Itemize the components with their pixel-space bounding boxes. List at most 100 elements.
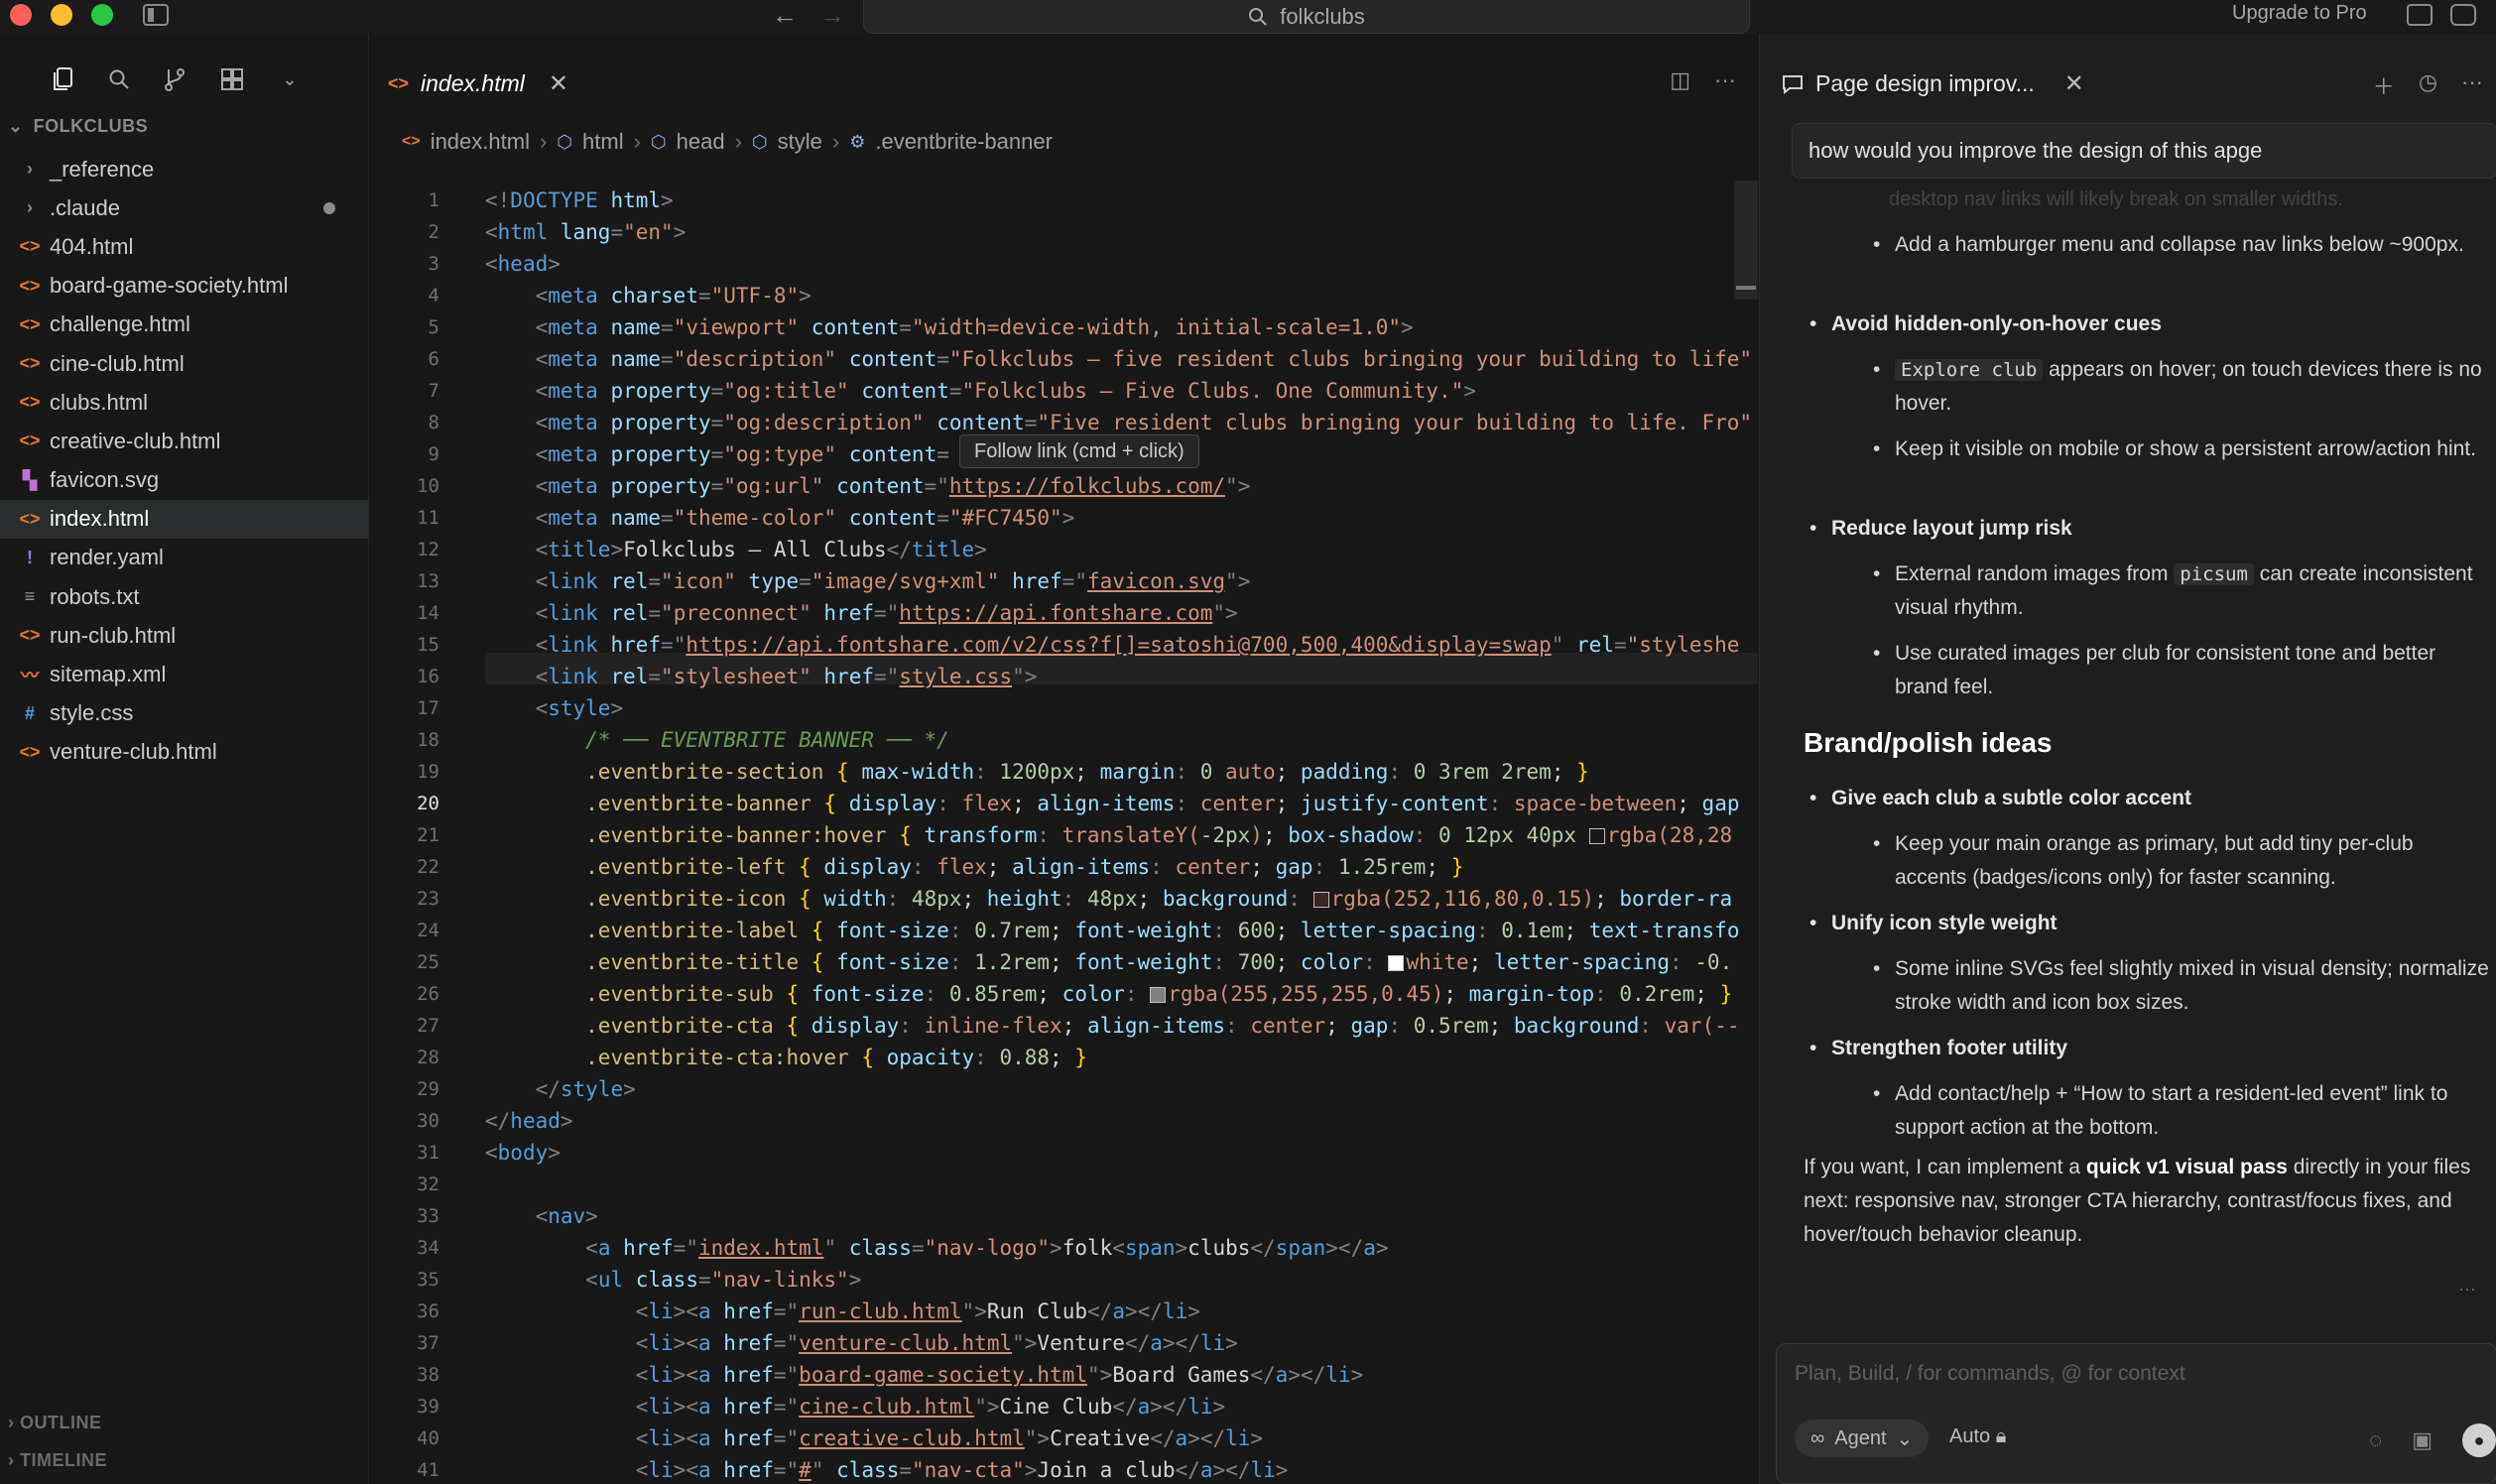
agent-mode-select[interactable]: ∞ Agent ⌄ [1795,1420,1930,1457]
file-item[interactable]: <> index.html [0,499,369,539]
code-line[interactable]: <li><a href="run-club.html">Run Club</a>… [485,1296,1200,1327]
new-chat-icon[interactable]: ＋ [2373,69,2395,101]
file-item[interactable]: › .claude [0,188,369,227]
breadcrumb-item[interactable]: style [778,129,822,155]
file-item[interactable]: <> run-club.html [0,616,369,655]
model-select[interactable]: Auto 🔒︎ [1949,1425,2006,1448]
files-icon[interactable] [44,60,83,99]
upgrade-link[interactable]: Upgrade to Pro [2232,2,2367,25]
file-item[interactable]: ≡ robots.txt [0,577,369,616]
code-line[interactable]: <ul class="nav-links"> [485,1264,861,1296]
close-icon[interactable]: ✕ [549,69,568,98]
split-editor-icon[interactable]: ◫ [1670,67,1690,93]
file-item[interactable]: <> cine-club.html [0,344,369,383]
code-line[interactable]: <title>Folkclubs — All Clubs</title> [485,534,987,565]
code-line[interactable]: <link rel="preconnect" href="https://api… [485,597,1238,629]
code-area[interactable]: 1 <!DOCTYPE html> 2 <html lang="en"> 3 <head>… [370,181,1758,1484]
forward-arrow-icon[interactable]: → [819,1,845,29]
code-line[interactable]: </style> [485,1073,636,1105]
code-line[interactable]: <meta name="description" content="Folkcl… [485,343,1752,375]
code-line[interactable]: <meta property="og:type" content= [485,438,949,470]
code-line[interactable]: <a href="index.html" class="nav-logo">fo… [485,1232,1388,1264]
file-item[interactable]: # style.css [0,694,369,733]
file-item[interactable]: 〰 sitemap.xml [0,655,369,693]
code-line[interactable]: .eventbrite-label { font-size: 0.7rem; f… [485,915,1739,946]
file-item[interactable]: ! render.yaml [0,539,369,577]
workspace-header[interactable]: ⌄ FOLKCLUBS [8,116,148,137]
user-query[interactable]: how would you improve the design of this… [1792,123,2496,179]
svg-file-icon: ▚ [23,469,37,490]
history-icon[interactable]: ◷ [2419,69,2437,101]
chat-toggle-icon[interactable] [2450,4,2476,26]
code-line[interactable]: <li><a href="#" class="nav-cta">Join a c… [485,1454,1289,1484]
breadcrumb-item[interactable]: index.html [431,129,530,155]
zoom-window-button[interactable] [91,4,113,26]
code-line[interactable]: <style> [485,692,624,724]
code-line[interactable]: <li><a href="cine-club.html">Cine Club</… [485,1391,1225,1422]
code-line[interactable]: <head> [485,248,561,280]
composer-input[interactable]: Plan, Build, / for commands, @ for conte… [1795,1362,2185,1386]
more-icon[interactable]: ··· [1714,67,1736,93]
code-line[interactable]: <html lang="en"> [485,216,686,248]
source-control-icon[interactable] [155,60,194,99]
code-line[interactable]: <nav> [485,1200,598,1232]
file-item[interactable]: › _reference [0,150,369,188]
code-line[interactable]: </head> [485,1105,573,1137]
timeline-section[interactable]: › TIMELINE [8,1450,107,1471]
microphone-icon[interactable]: ● [2462,1423,2496,1457]
chat-tab[interactable]: Page design improv... ✕ [1782,69,2084,98]
breadcrumb-item[interactable]: .eventbrite-banner [875,129,1053,155]
code-line[interactable]: .eventbrite-cta:hover { opacity: 0.88; } [485,1042,1087,1073]
chevron-down-icon[interactable]: ⌄ [270,60,310,99]
file-item[interactable]: <> creative-club.html [0,422,369,460]
search-icon[interactable] [99,60,139,99]
scrollbar-thumb[interactable] [1736,286,1756,290]
back-arrow-icon[interactable]: ← [772,1,798,29]
chat-composer[interactable]: Plan, Build, / for commands, @ for conte… [1776,1343,2496,1484]
file-item[interactable]: <> challenge.html [0,306,369,344]
code-line[interactable]: <meta property="og:url" content="https:/… [485,470,1251,502]
tab-index-html[interactable]: <> index.html ✕ [388,60,568,107]
toggle-sidebar-icon[interactable] [143,4,169,26]
code-line[interactable]: .eventbrite-section { max-width: 1200px;… [485,756,1589,788]
file-item[interactable]: <> clubs.html [0,383,369,422]
code-line[interactable]: <meta charset="UTF-8"> [485,280,811,311]
breadcrumb-item[interactable]: html [582,129,624,155]
code-line[interactable]: .eventbrite-banner { display: flex; alig… [485,788,1739,819]
file-item[interactable]: <> board-game-society.html [0,267,369,306]
code-line[interactable]: <link rel="stylesheet" href="style.css"> [485,661,1038,692]
file-item[interactable]: ▚ favicon.svg [0,461,369,500]
extensions-icon[interactable] [212,60,252,99]
code-line[interactable]: <link href="https://api.fontshare.com/v2… [485,629,1740,661]
code-line[interactable]: <meta name="viewport" content="width=dev… [485,311,1414,343]
code-line[interactable]: .eventbrite-left { display: flex; align-… [485,851,1463,883]
code-line[interactable]: .eventbrite-banner:hover { transform: tr… [485,819,1732,851]
file-item[interactable]: <> 404.html [0,227,369,266]
more-icon[interactable]: ··· [2461,69,2483,101]
code-line[interactable]: /* ── EVENTBRITE BANNER ── */ [485,724,949,756]
line-number: 5 [428,316,439,338]
code-line[interactable]: .eventbrite-cta { display: inline-flex; … [485,1010,1739,1042]
command-center-search[interactable]: folkclubs [863,0,1750,34]
image-icon[interactable]: ▣ [2412,1427,2433,1453]
minimap[interactable] [1734,181,1758,300]
code-line[interactable]: <body> [485,1137,561,1169]
code-line[interactable]: <meta name="theme-color" content="#FC745… [485,502,1075,534]
breadcrumb-item[interactable]: head [677,129,725,155]
code-line[interactable]: <link rel="icon" type="image/svg+xml" hr… [485,565,1251,597]
code-line[interactable]: <!DOCTYPE html> [485,185,674,216]
code-line[interactable]: .eventbrite-title { font-size: 1.2rem; f… [485,946,1732,978]
code-line[interactable]: <li><a href="venture-club.html">Venture<… [485,1327,1238,1359]
file-item[interactable]: <> venture-club.html [0,733,369,772]
more-icon[interactable]: ··· [2458,1279,2476,1299]
layout-panel-icon[interactable] [2407,4,2433,26]
code-line[interactable]: <li><a href="creative-club.html">Creativ… [485,1422,1263,1454]
close-window-button[interactable] [10,4,32,26]
close-icon[interactable]: ✕ [2064,69,2084,98]
minimize-window-button[interactable] [51,4,72,26]
code-line[interactable]: <li><a href="board-game-society.html">Bo… [485,1359,1364,1391]
code-line[interactable]: <meta property="og:title" content="Folkc… [485,375,1476,407]
outline-section[interactable]: › OUTLINE [8,1413,102,1433]
code-line[interactable]: .eventbrite-icon { width: 48px; height: … [485,883,1732,915]
code-line[interactable]: .eventbrite-sub { font-size: 0.85rem; co… [485,978,1732,1010]
